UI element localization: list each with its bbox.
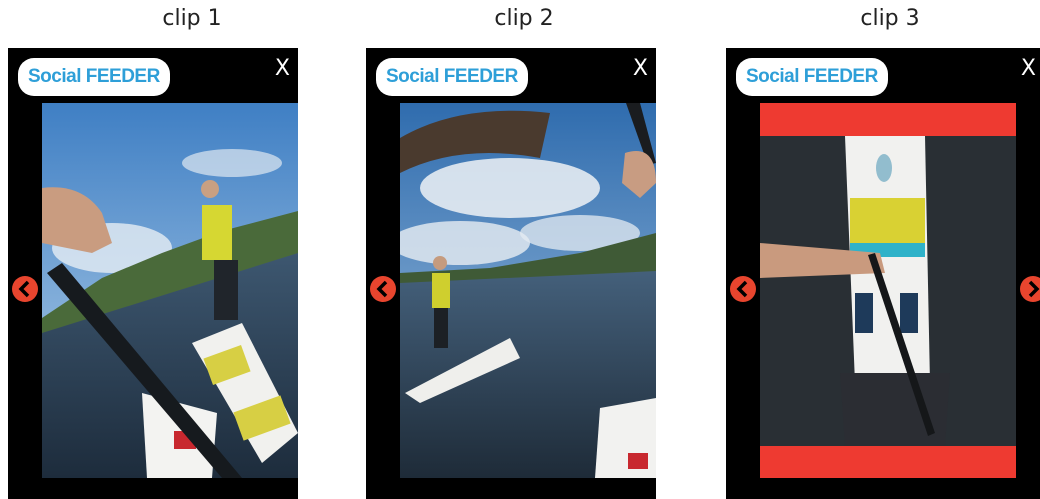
close-icon[interactable]: X — [1021, 58, 1036, 80]
chevron-left-icon — [376, 280, 388, 298]
prev-button[interactable] — [12, 276, 38, 302]
clip-1-title: clip 1 — [162, 6, 222, 31]
clip-3-title: clip 3 — [860, 6, 920, 31]
clip-3-player: Social FEEDER X — [726, 48, 1040, 499]
clip-3-video-frame[interactable] — [760, 103, 1016, 478]
social-feeder-logo: Social FEEDER — [376, 58, 528, 96]
close-icon[interactable]: X — [633, 58, 648, 80]
chevron-right-icon — [1028, 280, 1040, 298]
prev-button[interactable] — [370, 276, 396, 302]
sup-photo-2 — [400, 103, 656, 478]
chevron-left-icon — [736, 280, 748, 298]
sup-photo-3 — [760, 103, 1016, 478]
chevron-left-icon — [18, 280, 30, 298]
social-feeder-logo: Social FEEDER — [736, 58, 888, 96]
social-feeder-logo: Social FEEDER — [18, 58, 170, 96]
clip-2-title: clip 2 — [494, 6, 554, 31]
clip-2-player: Social FEEDER X — [366, 48, 656, 499]
prev-button[interactable] — [730, 276, 756, 302]
close-icon[interactable]: X — [275, 58, 290, 80]
sup-photo-1 — [42, 103, 298, 478]
next-button[interactable] — [1020, 276, 1040, 302]
clip-2-video-frame[interactable] — [400, 103, 656, 478]
clip-1-video-frame[interactable] — [42, 103, 298, 478]
clip-1-player: Social FEEDER X — [8, 48, 298, 499]
